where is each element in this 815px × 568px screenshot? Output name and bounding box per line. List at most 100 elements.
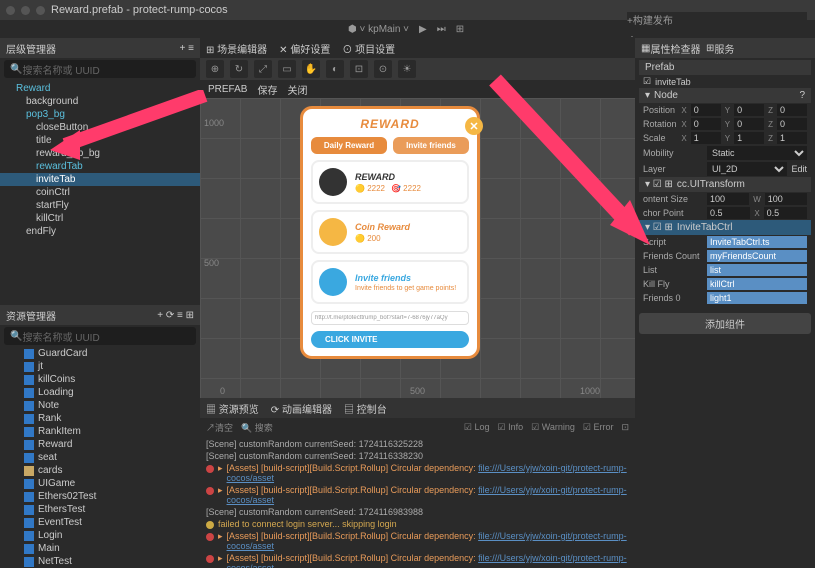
assets-header: 资源管理器+ ⟳ ≡ ⊞ [0, 305, 200, 325]
invite-card: Invite friendsInvite friends to get game… [311, 260, 469, 304]
uitransform-section[interactable]: ▾ ☑ ⊞ cc.UITransform [639, 177, 811, 192]
asset-item[interactable]: GuardCard [0, 347, 200, 360]
asset-item[interactable]: EventTest [0, 516, 200, 529]
hierarchy-tree: Rewardbackgroundpop3_bgcloseButtontitler… [0, 80, 200, 305]
console-panel: ▦ 资源预览 ⟳ 动画编辑器 ▤ 控制台 ↗清空 🔍 搜索 ☑ Log ☑ In… [200, 398, 635, 568]
coin-reward-card: Coin Reward🟡 200 [311, 210, 469, 254]
rect-tool[interactable]: ▭ [278, 60, 296, 78]
asset-item[interactable]: Ethers02Test [0, 490, 200, 503]
asset-item[interactable]: UIGame [0, 477, 200, 490]
close-dot[interactable] [6, 6, 15, 15]
asset-item[interactable]: EthersTest [0, 503, 200, 516]
hierarchy-item[interactable]: pop3_bg [0, 108, 200, 121]
search-console[interactable]: 🔍 搜索 [241, 421, 273, 434]
asset-item[interactable]: NetTest [0, 555, 200, 568]
tab-project-settings[interactable]: ⊙ 项目设置 [342, 41, 395, 56]
assets-tree: GuardCardjtkillCoinsLoadingNoteRankRankI… [0, 347, 200, 568]
hierarchy-item[interactable]: rewardTab [0, 160, 200, 173]
inspector-header: ▦ 属性检查器 ⊞ 服务 [635, 38, 815, 58]
pos-y[interactable] [734, 104, 764, 116]
asset-item[interactable]: cards [0, 464, 200, 477]
asset-item[interactable]: seat [0, 451, 200, 464]
asset-item[interactable]: Rank [0, 412, 200, 425]
log-line: ▸ [Assets] [build-script][Build.Script.R… [206, 484, 629, 506]
pos-z[interactable] [777, 104, 807, 116]
asset-item[interactable]: Login [0, 529, 200, 542]
invite-link-input[interactable] [311, 311, 469, 325]
tab-anim-editor[interactable]: ⟳ 动画编辑器 [271, 401, 332, 416]
friends0-field[interactable] [707, 292, 807, 304]
edit-button[interactable]: Edit [791, 164, 807, 174]
tab-asset-preview[interactable]: ▦ 资源预览 [206, 401, 259, 416]
rotate-tool[interactable]: ↻ [230, 60, 248, 78]
asset-item[interactable]: RankItem [0, 425, 200, 438]
hierarchy-item[interactable]: background [0, 95, 200, 108]
assets-search[interactable]: 🔍 搜索名称或 UUID [4, 327, 196, 345]
asset-item[interactable]: Loading [0, 386, 200, 399]
tab-scene-editor[interactable]: ⊞ 场景编辑器 [206, 41, 267, 56]
save-button[interactable]: 保存 [257, 82, 277, 97]
hierarchy-item[interactable]: Reward [0, 82, 200, 95]
hierarchy-item[interactable]: reward_up_bg [0, 147, 200, 160]
log-line: failed to connect login server... skippi… [206, 518, 629, 530]
tab-console[interactable]: ▤ 控制台 [344, 401, 387, 416]
close-icon[interactable]: ✕ [465, 117, 483, 135]
scene-toolbar: ⊕ ↻ ⤢ ▭ ✋ ◐ ⊡ ⊙ ☀ [200, 58, 635, 80]
avatar-icon [319, 168, 347, 196]
add-component-button[interactable]: 添加组件 [639, 313, 811, 334]
scene-dropdown[interactable]: ⬢ ˅ kpMain ˅ [348, 24, 409, 35]
move-tool[interactable]: ⊕ [206, 60, 224, 78]
tab-invite-friends[interactable]: Invite friends [393, 137, 469, 154]
node-section[interactable]: ▾ Node? [639, 88, 811, 103]
asset-item[interactable]: jt [0, 360, 200, 373]
hierarchy-item[interactable]: killCtrl [0, 212, 200, 225]
script-field[interactable] [707, 236, 807, 248]
hierarchy-item[interactable]: coinCtrl [0, 186, 200, 199]
log-line: ▸ [Assets] [build-script][Build.Script.R… [206, 462, 629, 484]
scene-canvas[interactable]: 0 500 1000 0 500 1000 REWARD ✕ Daily Rew… [200, 98, 635, 398]
log-line: ▸ [Assets] [build-script][Build.Script.R… [206, 552, 629, 568]
hierarchy-item[interactable]: title [0, 134, 200, 147]
hierarchy-header: 层级管理器+ ≡ [0, 38, 200, 58]
window-title: Reward.prefab - protect-rump-cocos [51, 4, 228, 16]
asset-item[interactable]: killCoins [0, 373, 200, 386]
click-invite-button[interactable]: CLICK INVITE [311, 331, 469, 348]
log-line: [Scene] customRandom currentSeed: 172411… [206, 438, 629, 450]
coins-icon [319, 218, 347, 246]
tab-daily-reward[interactable]: Daily Reward [311, 137, 387, 154]
killfly-field[interactable] [707, 278, 807, 290]
log-line: ▸ [Assets] [build-script][Build.Script.R… [206, 530, 629, 552]
tab-preferences[interactable]: ✕ 偏好设置 [279, 41, 330, 56]
prefab-section[interactable]: Prefab [639, 60, 811, 75]
layer-select[interactable]: UI_2D [707, 162, 787, 176]
build-button[interactable]: +构建发布 [627, 12, 807, 27]
hierarchy-item[interactable]: startFly [0, 199, 200, 212]
clear-button[interactable]: ↗清空 [206, 421, 233, 434]
min-dot[interactable] [21, 6, 30, 15]
topbar: ⬢ ˅ kpMain ˅ ▶ ⏭⊞ +构建发布 ⋮ [0, 20, 815, 38]
component-section[interactable]: ▾ ☑ ⊞ InviteTabCtrl [639, 220, 811, 235]
pos-x[interactable] [691, 104, 721, 116]
hierarchy-search[interactable]: 🔍 搜索名称或 UUID [4, 60, 196, 78]
friends-count-field[interactable] [707, 250, 807, 262]
list-field[interactable] [707, 264, 807, 276]
reward-title: REWARD [311, 117, 469, 131]
hierarchy-item[interactable]: closeButton [0, 121, 200, 134]
asset-item[interactable]: Main [0, 542, 200, 555]
reward-popup: REWARD ✕ Daily Reward Invite friends REW… [300, 106, 480, 359]
scale-tool[interactable]: ⤢ [254, 60, 272, 78]
asset-item[interactable]: Note [0, 399, 200, 412]
node-name: inviteTab [655, 77, 691, 87]
play-button[interactable]: ▶ [419, 24, 427, 35]
log-line: [Scene] customRandom currentSeed: 172411… [206, 506, 629, 518]
mobility-select[interactable]: Static [707, 146, 807, 160]
telegram-icon [319, 268, 347, 296]
prefab-label: PREFAB [208, 84, 247, 95]
max-dot[interactable] [36, 6, 45, 15]
asset-item[interactable]: Reward [0, 438, 200, 451]
hierarchy-item[interactable]: endFly [0, 225, 200, 238]
hierarchy-item[interactable]: inviteTab [0, 173, 200, 186]
close-button[interactable]: 关闭 [287, 82, 307, 97]
log-line: [Scene] customRandom currentSeed: 172411… [206, 450, 629, 462]
pan-tool[interactable]: ✋ [302, 60, 320, 78]
